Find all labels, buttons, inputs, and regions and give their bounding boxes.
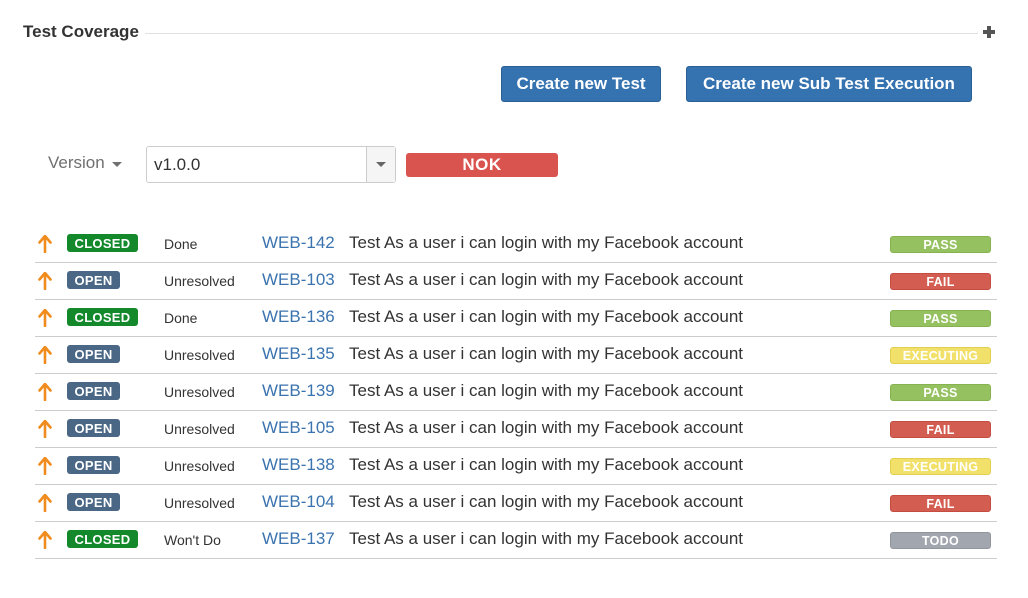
test-result-badge: TODO [890,532,991,549]
issue-summary: Test As a user i can login with my Faceb… [349,270,744,289]
resolution-text: Unresolved [164,273,235,289]
create-new-test-button[interactable]: Create new Test [501,66,661,102]
resolution-text: Done [164,310,198,326]
test-result-badge: FAIL [890,273,991,290]
issue-key-link[interactable]: WEB-105 [262,418,335,438]
issue-summary: Test As a user i can login with my Faceb… [349,492,744,511]
table-row[interactable]: OPEN Unresolved WEB-105 Test As a user i ca… [35,411,997,448]
test-result-badge: FAIL [890,495,991,512]
overall-status-badge: NOK [406,153,558,177]
priority-up-arrow-icon [38,345,52,365]
table-row[interactable]: OPEN Unresolved WEB-139 Test As a user i ca… [35,374,997,411]
issue-summary: Test As a user i can login with my Faceb… [349,381,744,400]
table-row[interactable]: OPEN Unresolved WEB-103 Test As a user i ca… [35,263,997,300]
test-result-badge: PASS [890,236,991,253]
section-divider [144,32,978,34]
issue-key-link[interactable]: WEB-142 [262,233,335,253]
status-badge: OPEN [67,345,120,363]
test-result-badge: PASS [890,310,991,327]
priority-up-arrow-icon [38,271,52,291]
status-badge: OPEN [67,493,120,511]
test-coverage-panel: Test Coverage Create new Test Create new… [0,0,1028,598]
table-row[interactable]: CLOSED Done WEB-136 Test As a user i can lo… [35,300,997,337]
priority-up-arrow-icon [38,530,52,550]
table-row[interactable]: CLOSED Won't Do WEB-137 Test As a user i ca… [35,522,997,559]
status-badge: CLOSED [67,530,138,548]
issue-summary: Test As a user i can login with my Faceb… [349,233,744,252]
caret-down-icon [111,161,122,167]
priority-up-arrow-icon [38,419,52,439]
priority-up-arrow-icon [38,456,52,476]
priority-up-arrow-icon [38,234,52,254]
status-badge: OPEN [67,419,120,437]
issue-key-link[interactable]: WEB-136 [262,307,335,327]
issue-summary: Test As a user i can login with my Faceb… [349,418,744,437]
test-result-badge: PASS [890,384,991,401]
resolution-text: Unresolved [164,495,235,511]
issue-key-link[interactable]: WEB-104 [262,492,335,512]
issue-key-link[interactable]: WEB-103 [262,270,335,290]
version-select[interactable]: v1.0.0 [146,146,396,183]
table-row[interactable]: CLOSED Done WEB-142 Test As a user i can lo… [35,226,997,263]
section-title: Test Coverage [23,22,139,41]
status-badge: OPEN [67,271,120,289]
create-sub-test-execution-button[interactable]: Create new Sub Test Execution [686,66,972,102]
issue-summary: Test As a user i can login with my Faceb… [349,455,744,474]
issue-key-link[interactable]: WEB-139 [262,381,335,401]
resolution-text: Unresolved [164,384,235,400]
resolution-text: Unresolved [164,347,235,363]
test-result-badge: EXECUTING [890,347,991,364]
resolution-text: Unresolved [164,458,235,474]
issue-summary: Test As a user i can login with my Faceb… [349,529,744,548]
test-result-badge: EXECUTING [890,458,991,475]
issue-summary: Test As a user i can login with my Faceb… [349,344,744,363]
version-label: Version [48,153,105,172]
version-selected-value: v1.0.0 [154,154,201,174]
status-badge: CLOSED [67,308,138,326]
issue-key-link[interactable]: WEB-137 [262,529,335,549]
table-row[interactable]: OPEN Unresolved WEB-138 Test As a user i ca… [35,448,997,485]
resolution-text: Unresolved [164,421,235,437]
dropdown-arrow-button[interactable] [366,147,395,182]
test-list: CLOSED Done WEB-142 Test As a user i can lo… [35,226,997,559]
chevron-down-icon [376,162,386,167]
issue-summary: Test As a user i can login with my Faceb… [349,307,744,326]
priority-up-arrow-icon [38,493,52,513]
priority-up-arrow-icon [38,382,52,402]
table-row[interactable]: OPEN Unresolved WEB-135 Test As a user i ca… [35,337,997,374]
priority-up-arrow-icon [38,308,52,328]
status-badge: CLOSED [67,234,138,252]
table-row[interactable]: OPEN Unresolved WEB-104 Test As a user i ca… [35,485,997,522]
version-dropdown-trigger[interactable]: Version [48,153,122,173]
plus-icon[interactable] [980,23,998,41]
issue-key-link[interactable]: WEB-138 [262,455,335,475]
status-badge: OPEN [67,456,120,474]
status-badge: OPEN [67,382,120,400]
section-header: Test Coverage [23,20,998,44]
test-result-badge: FAIL [890,421,991,438]
issue-key-link[interactable]: WEB-135 [262,344,335,364]
resolution-text: Won't Do [164,532,221,548]
resolution-text: Done [164,236,198,252]
